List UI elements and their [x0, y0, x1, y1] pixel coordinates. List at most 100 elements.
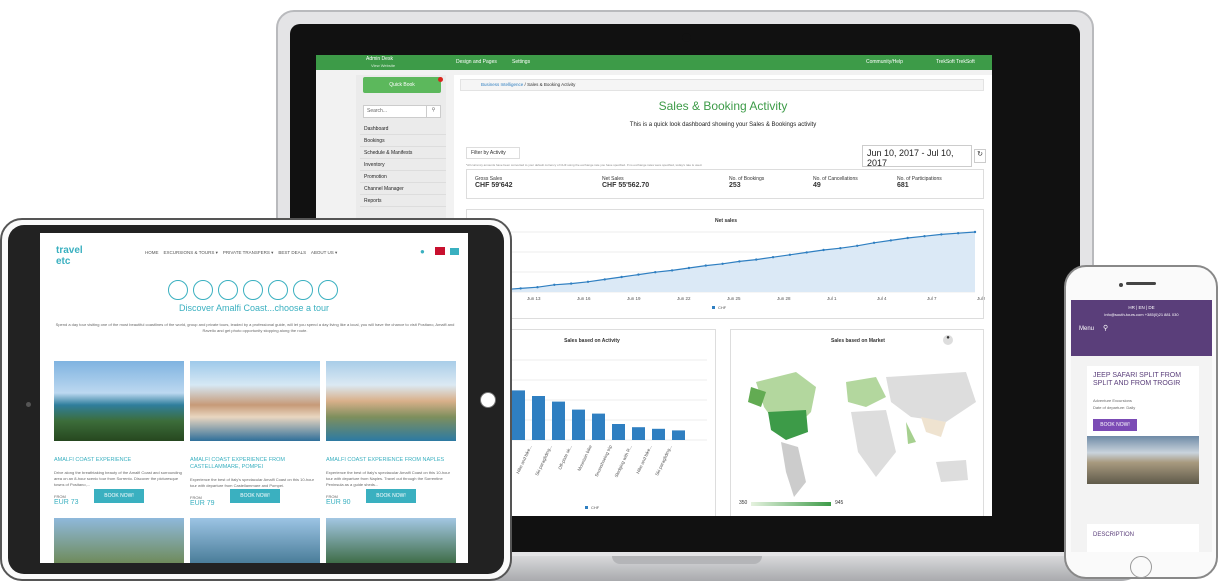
x-tick-label: Sledging with R... — [614, 444, 633, 478]
x-tick-label: Jun 19 — [627, 296, 641, 301]
data-point — [536, 286, 539, 289]
sidebar-item-inventory[interactable]: Inventory — [360, 159, 446, 171]
settings-menu[interactable]: Settings — [512, 59, 530, 65]
map-color-scale — [751, 502, 831, 506]
data-point — [805, 251, 808, 254]
cart-icon[interactable] — [450, 248, 459, 255]
currency-note: *All currency amounts have been converte… — [466, 163, 703, 167]
ticket-icon[interactable] — [268, 280, 288, 300]
filter-by-activity-button[interactable]: Filter by Activity — [466, 147, 520, 159]
phone-home-button[interactable] — [1130, 556, 1152, 578]
sidebar-item-bookings[interactable]: Bookings — [360, 135, 446, 147]
tablet-intro: Spend a day tour visiting one of the mos… — [55, 322, 455, 333]
camera-icon[interactable] — [318, 280, 338, 300]
sidebar-item-promotion[interactable]: Promotion — [360, 171, 446, 183]
community-menu[interactable]: Community/Help — [866, 59, 903, 65]
sidebar-item-schedule[interactable]: Schedule & Manifests — [360, 147, 446, 159]
data-point — [704, 264, 707, 267]
search-icon[interactable]: ⚲ — [1103, 324, 1108, 332]
sidebar-item-reports[interactable]: Reports — [360, 195, 446, 207]
tour-title[interactable]: AMALFI COAST EXPERIENCE FROM NAPLES — [326, 457, 456, 464]
kpi-bookings: No. of Bookings 253 — [729, 176, 765, 189]
menu-button[interactable]: Menu — [1079, 326, 1094, 332]
nav-about[interactable]: ABOUT US — [311, 250, 334, 255]
description-heading: DESCRIPTION — [1093, 532, 1135, 538]
tour-card[interactable]: AMALFI COAST EXPERIENCE FROM CASTELLAMMA… — [190, 361, 320, 511]
tour-desc: Experience the best of Italy's spectacul… — [190, 477, 314, 488]
x-tick-label: Ski paragliding... — [534, 444, 553, 476]
nav-transfers[interactable]: PRIVATE TRANSFERS — [223, 250, 270, 255]
tour-image[interactable] — [326, 518, 456, 563]
x-tick-label: Off-piste sk... — [557, 444, 573, 470]
tour-departure: Date of departure: Daily — [1093, 405, 1136, 410]
admin-main: Business Intelligence / Sales & Booking … — [454, 75, 992, 516]
bike-icon[interactable] — [243, 280, 263, 300]
tour-image[interactable] — [190, 361, 320, 441]
tour-card[interactable]: AMALFI COAST EXPERIENCE FROM NAPLES Expe… — [326, 361, 456, 511]
tour-image[interactable] — [190, 518, 320, 563]
bar — [512, 390, 525, 440]
search-icon[interactable]: ⚲ — [426, 105, 440, 118]
data-point — [889, 239, 893, 242]
sidebar-item-dashboard[interactable]: Dashboard — [360, 123, 446, 135]
data-point — [940, 233, 943, 236]
nav-home[interactable]: HOME — [145, 250, 159, 255]
kpi-net-sales: Net Sales CHF 55'562.70 — [602, 176, 650, 189]
sidebar-search-input[interactable]: Search... ⚲ — [363, 105, 441, 118]
user-icon[interactable]: ● — [420, 247, 425, 256]
data-point — [822, 248, 825, 252]
tour-image[interactable] — [326, 361, 456, 441]
tour-image[interactable] — [1087, 436, 1199, 484]
tablet-heading: Discover Amalfi Coast...choose a tour — [178, 303, 330, 313]
category-icons — [168, 280, 338, 302]
brand-label[interactable]: Admin Desk — [366, 56, 393, 62]
net-sales-title: Net sales — [715, 218, 737, 224]
tour-card[interactable]: AMALFI COAST EXPERIENCE Drive along the … — [54, 361, 184, 511]
bar — [612, 424, 625, 440]
x-tick-label: Hike and bike... — [635, 444, 653, 474]
nav-best-deals[interactable]: BEST DEALS — [278, 250, 306, 255]
date-range-value: Jun 10, 2017 - Jul 10, 2017 — [867, 148, 954, 168]
tour-title[interactable]: AMALFI COAST EXPERIENCE — [54, 457, 184, 464]
book-now-button[interactable]: BOOK NOW! — [94, 489, 144, 503]
data-point — [738, 260, 741, 263]
x-tick-label: Jun 22 — [677, 296, 691, 301]
nav-excursions[interactable]: EXCURSIONS & TOURS — [164, 250, 215, 255]
tablet-screen: travel etc HOME EXCURSIONS & TOURS ▾ PRI… — [40, 233, 468, 563]
refresh-icon[interactable]: ↻ — [974, 149, 986, 163]
quick-book-button[interactable]: Quick Book — [363, 77, 441, 93]
admin-topbar: Admin Desk View Website Design and Pages… — [316, 55, 992, 70]
legend-label: CHF — [718, 305, 727, 310]
language-switch[interactable]: HR | EN | DE — [1071, 305, 1212, 310]
flag-icon[interactable] — [435, 247, 445, 255]
data-point — [670, 269, 674, 272]
tablet-home-button[interactable] — [480, 392, 496, 408]
breadcrumb-root[interactable]: Business Intelligence — [481, 82, 523, 87]
tour-image[interactable] — [54, 361, 184, 441]
data-point — [569, 282, 573, 285]
camera-icon — [682, 33, 691, 42]
sidebar-item-channel-manager[interactable]: Channel Manager — [360, 183, 446, 195]
description-panel: DESCRIPTION — [1087, 524, 1199, 552]
tour-title[interactable]: AMALFI COAST EXPERIENCE FROM CASTELLAMMA… — [190, 457, 320, 471]
user-menu[interactable]: TrekSoft TrekSoft — [936, 59, 975, 65]
book-now-button[interactable]: BOOK NOW! — [366, 489, 416, 503]
data-point — [637, 273, 640, 276]
tour-title: JEEP SAFARI SPLIT FROM SPLIT AND FROM TR… — [1093, 372, 1182, 387]
bus-icon[interactable] — [168, 280, 188, 300]
data-point — [755, 258, 758, 261]
book-now-button[interactable]: BOOK NOW! — [1093, 419, 1137, 431]
date-range-picker[interactable]: Jun 10, 2017 - Jul 10, 2017 Compare to — [862, 145, 972, 173]
travel-logo[interactable]: travel etc — [56, 245, 96, 267]
breadcrumb: Business Intelligence / Sales & Booking … — [460, 79, 984, 91]
view-website-link[interactable]: View Website — [371, 63, 395, 68]
map-view-icon[interactable]: ● — [943, 335, 953, 345]
kpi-gross-sales: Gross Sales CHF 59'642 — [475, 176, 513, 189]
tour-image[interactable] — [54, 518, 184, 563]
museum-icon[interactable] — [293, 280, 313, 300]
data-point — [906, 236, 909, 240]
walk-icon[interactable] — [193, 280, 213, 300]
boat-icon[interactable] — [218, 280, 238, 300]
design-menu[interactable]: Design and Pages — [456, 59, 497, 65]
book-now-button[interactable]: BOOK NOW! — [230, 489, 280, 503]
